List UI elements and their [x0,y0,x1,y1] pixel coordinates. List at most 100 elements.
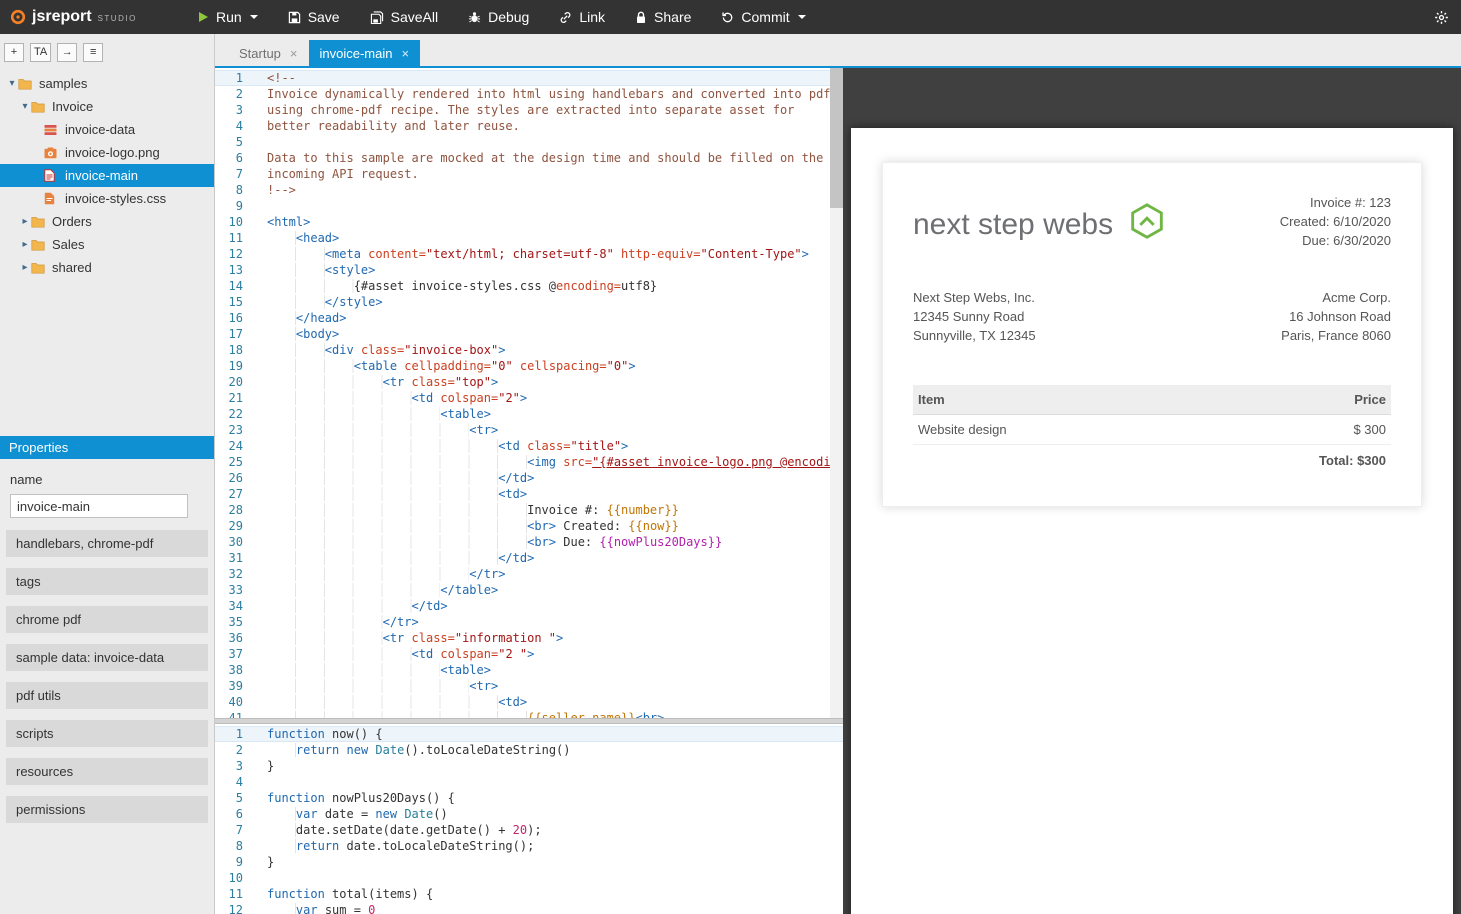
code-line: 28 Invoice #: {{number}} [215,502,843,518]
code-line: 32 </tr> [215,566,843,582]
image-icon [44,147,60,159]
menu-button[interactable]: ≡ [83,43,103,62]
jsreport-logo: jsreport STUDIO [0,8,182,26]
tab-startup[interactable]: Startup× [228,40,309,66]
share-button[interactable]: Share [620,0,706,34]
code-line: 10 [215,870,843,886]
code-line: 9} [215,854,843,870]
tree-item-orders[interactable]: ▸Orders [0,210,214,233]
line-number: 12 [215,246,243,262]
save-all-button[interactable]: SaveAll [355,0,453,34]
caret-down-icon [250,15,258,19]
line-number: 12 [215,902,243,914]
text-size-button[interactable]: TA [30,43,51,62]
line-number: 2 [215,86,243,102]
lock-icon [635,11,647,24]
scrollbar-thumb[interactable] [830,68,843,208]
properties-section-permissions[interactable]: permissions [6,796,208,823]
line-number: 26 [215,470,243,486]
tree-item-label: invoice-main [65,168,138,183]
seller-street: 12345 Sunny Road [913,307,1036,326]
chevron-expanded-icon[interactable]: ▾ [19,101,31,112]
link-button[interactable]: Link [544,0,620,34]
run-button[interactable]: Run [182,0,273,34]
debug-button[interactable]: Debug [453,0,544,34]
commit-button-label: Commit [741,9,789,25]
properties-section-scripts[interactable]: scripts [6,720,208,747]
settings-button[interactable] [1422,10,1461,25]
name-input[interactable] [10,494,188,518]
template-editor[interactable]: 1<!--2Invoice dynamically rendered into … [215,68,843,718]
invoice-table-header: Item Price [913,385,1391,415]
code-text: <!-- [243,70,296,86]
chevron-collapsed-icon[interactable]: ▸ [19,239,31,250]
line-number: 1 [215,726,243,742]
commit-button[interactable]: Commit [706,0,820,34]
properties-section-resources[interactable]: resources [6,758,208,785]
code-line: 8!--> [215,182,843,198]
code-line: 5 [215,134,843,150]
tab-invoice-main[interactable]: invoice-main× [309,40,421,66]
buyer-name: Acme Corp. [1281,288,1391,307]
close-icon[interactable]: × [402,46,410,61]
code-line: 15 </style> [215,294,843,310]
tree-item-invoice[interactable]: ▾ Invoice [0,95,214,118]
chevron-expanded-icon[interactable]: ▾ [6,78,18,89]
css-icon [44,192,60,205]
code-line: 7 date.setDate(date.getDate() + 20); [215,822,843,838]
code-line: 8 return date.toLocaleDateString(); [215,838,843,854]
code-text: <td> [243,486,527,502]
tree-item-invoice-styles-css[interactable]: invoice-styles.css [0,187,214,210]
code-text: return new Date().toLocaleDateString() [243,742,571,758]
line-number: 5 [215,134,243,150]
save-button[interactable]: Save [273,0,355,34]
line-number: 11 [215,886,243,902]
line-number: 32 [215,566,243,582]
chevron-collapsed-icon[interactable]: ▸ [19,216,31,227]
close-icon[interactable]: × [290,46,298,61]
tree-item-sales[interactable]: ▸Sales [0,233,214,256]
line-number: 37 [215,646,243,662]
properties-section-tags[interactable]: tags [6,568,208,595]
properties-section-pdf-utils[interactable]: pdf utils [6,682,208,709]
tree-item-invoice-logo-png[interactable]: invoice-logo.png [0,141,214,164]
code-text: </td> [243,598,448,614]
properties-section-handlebars-chrome-pdf[interactable]: handlebars, chrome-pdf [6,530,208,557]
tree-item-invoice-data[interactable]: invoice-data [0,118,214,141]
code-text: incoming API request. [243,166,419,182]
line-number: 8 [215,182,243,198]
link-icon [559,11,572,24]
tree-item-invoice-main[interactable]: invoice-main [0,164,214,187]
code-line: 1function now() { [215,726,843,742]
line-number: 16 [215,310,243,326]
code-line: 41 {{seller.name}}<br> [215,710,843,718]
folder-icon [31,101,47,113]
invoice-total: Total: $300 [913,445,1391,476]
line-number: 5 [215,790,243,806]
item-name: Website design [918,420,1007,439]
helpers-editor[interactable]: 1function now() {2 return new Date().toL… [215,724,843,914]
code-line: 26 </td> [215,470,843,486]
code-line: 39 <tr> [215,678,843,694]
tree-item-label: Invoice [52,99,93,114]
code-line: 12 <meta content="text/html; charset=utf… [215,246,843,262]
code-line: 5function nowPlus20Days() { [215,790,843,806]
invoice-created: Created: 6/10/2020 [1280,212,1391,231]
editor-scrollbar[interactable] [830,68,843,718]
tree-item-samples[interactable]: ▾samples [0,72,214,95]
chevron-collapsed-icon[interactable]: ▸ [19,262,31,273]
properties-section-chrome-pdf[interactable]: chrome pdf [6,606,208,633]
collapse-tree-button[interactable]: → [57,43,77,62]
line-number: 13 [215,262,243,278]
add-entity-button[interactable]: + [4,43,24,62]
line-number: 27 [215,486,243,502]
tree-item-shared[interactable]: ▸shared [0,256,214,279]
gear-icon [1434,10,1449,25]
line-number: 14 [215,278,243,294]
code-text [243,198,267,214]
company-logo-icon [1126,201,1168,248]
code-text: using chrome-pdf recipe. The styles are … [243,102,794,118]
properties-section-sample-data-invoice-data[interactable]: sample data: invoice-data [6,644,208,671]
template-icon [44,169,60,182]
item-price: $ 300 [1353,420,1386,439]
